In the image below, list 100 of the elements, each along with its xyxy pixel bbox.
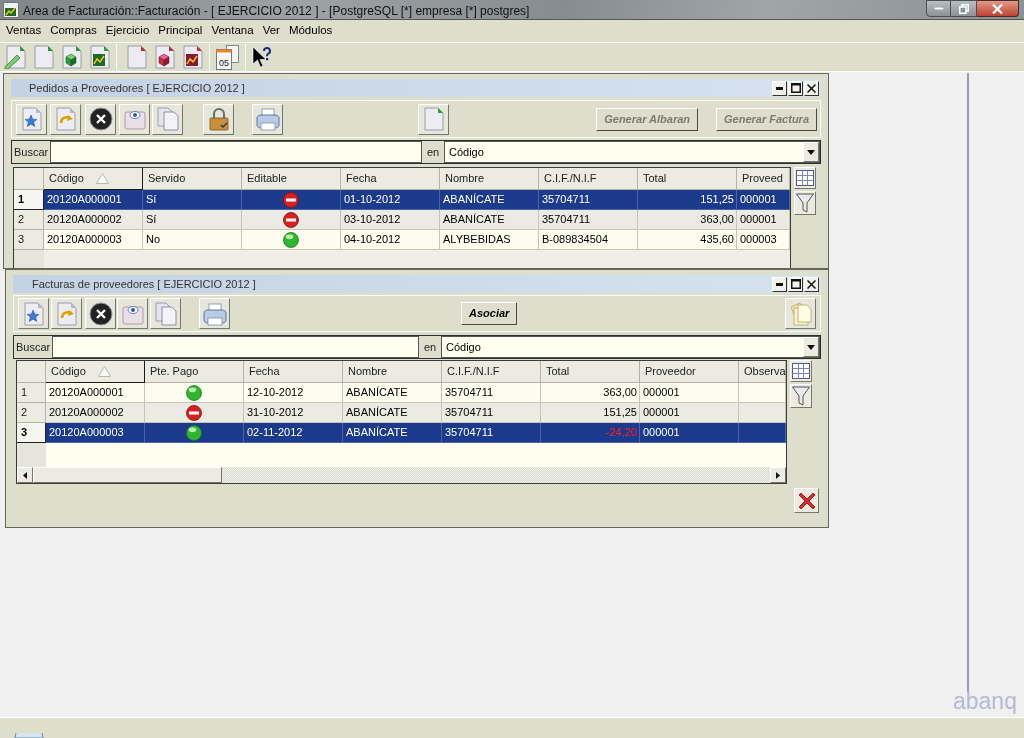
child-window-title: Pedidos a Proveedores [ EJERCICIO 2012 ] bbox=[28, 80, 245, 96]
document-star-icon bbox=[21, 301, 46, 326]
column-header[interactable]: Proveedor bbox=[640, 361, 739, 383]
menu-item[interactable]: Compras bbox=[50, 22, 97, 40]
document-cube-icon[interactable] bbox=[60, 45, 84, 69]
search-scope-label: en bbox=[422, 339, 438, 355]
sort-ascending-icon bbox=[95, 173, 109, 184]
delete-icon bbox=[88, 301, 113, 326]
toolbar-button[interactable] bbox=[85, 103, 116, 135]
search-scope-label: en bbox=[425, 144, 441, 160]
column-header[interactable]: Código bbox=[44, 168, 143, 190]
column-header[interactable]: Nombre bbox=[440, 168, 539, 190]
left-arrow-icon bbox=[23, 471, 27, 479]
table-row[interactable]: 3 20120A000003 02-11-2012 ABANÍCATE 35704711 -24,20 000001 bbox=[17, 423, 786, 443]
row-number[interactable]: 1 bbox=[17, 383, 46, 403]
document-icon[interactable] bbox=[32, 45, 56, 69]
close-icon bbox=[992, 3, 1003, 14]
scrollbar-thumb[interactable] bbox=[33, 467, 222, 483]
menu-item[interactable]: Ventana bbox=[211, 22, 254, 40]
search-field[interactable] bbox=[52, 336, 419, 358]
column-header[interactable]: Código bbox=[46, 361, 145, 383]
printer-icon bbox=[255, 107, 280, 131]
grid-icon bbox=[796, 170, 814, 186]
caret-down-icon bbox=[807, 344, 815, 350]
search-label: Buscar bbox=[15, 339, 52, 355]
document-chart-icon[interactable] bbox=[88, 45, 112, 69]
search-label: Buscar bbox=[13, 144, 50, 160]
menu-item[interactable]: Ver bbox=[262, 22, 280, 40]
row-number[interactable]: 2 bbox=[14, 210, 44, 230]
filter-button[interactable] bbox=[794, 191, 816, 215]
restore-icon bbox=[958, 3, 969, 14]
child-window-title: Facturas de proveedores [ EJERCICIO 2012 ] bbox=[31, 276, 256, 292]
menu-item[interactable]: Ejercicio bbox=[105, 22, 150, 40]
row-number[interactable]: 3 bbox=[17, 423, 46, 443]
delete-icon bbox=[88, 107, 113, 131]
app-icon bbox=[3, 2, 19, 18]
table-row[interactable]: 2 20120A000002 Sí 03-10-2012 ABANÍCATE 35704711 363,00 000001 bbox=[14, 210, 790, 230]
caret-down-icon bbox=[807, 149, 815, 155]
close-icon bbox=[807, 83, 816, 93]
field-select[interactable]: Código bbox=[444, 141, 820, 163]
grid-icon bbox=[792, 363, 810, 379]
padlock-icon bbox=[206, 107, 231, 131]
minimize-icon bbox=[776, 86, 783, 90]
scroll-left-button[interactable] bbox=[17, 467, 33, 483]
help-cursor-icon[interactable] bbox=[252, 46, 272, 68]
close-icon bbox=[807, 279, 816, 289]
column-header[interactable]: Editable bbox=[242, 168, 341, 190]
copy-icon bbox=[153, 301, 178, 326]
window-title: Area de Facturación::Facturación - [ EJERCICIO 2012 ] - [PostgreSQL [*] empresa [*] postgres] bbox=[23, 3, 530, 20]
table-row[interactable]: 2 20120A000002 31-10-2012 ABANÍCATE 35704711 151,25 000001 bbox=[17, 403, 786, 423]
row-number[interactable]: 1 bbox=[14, 190, 44, 210]
column-header[interactable]: C.I.F./N.I.F bbox=[539, 168, 638, 190]
copy-icon bbox=[155, 107, 180, 131]
document-chart-icon[interactable] bbox=[181, 45, 205, 69]
filter-button[interactable] bbox=[790, 384, 812, 408]
minimize-icon bbox=[933, 7, 944, 10]
column-header[interactable]: C.I.F./N.I.F bbox=[442, 361, 541, 383]
columns-button[interactable] bbox=[790, 360, 812, 382]
maximize-button[interactable] bbox=[788, 80, 803, 96]
maximize-icon bbox=[790, 279, 801, 289]
document-icon[interactable] bbox=[125, 45, 149, 69]
table-row[interactable]: 1 20120A000001 12-10-2012 ABANÍCATE 35704711 363,00 000001 bbox=[17, 383, 786, 403]
logo-text: abanq bbox=[953, 687, 1017, 716]
document-cube-icon[interactable] bbox=[153, 45, 177, 69]
document-icon bbox=[421, 107, 446, 131]
menu-item[interactable]: Ventas bbox=[6, 22, 42, 40]
restore-button[interactable] bbox=[951, 0, 977, 17]
table-row[interactable]: 3 20120A000003 No 04-10-2012 ALYBEBIDAS B-089834504 435,60 000003 bbox=[14, 230, 790, 250]
filter-icon bbox=[792, 386, 810, 406]
scroll-right-button[interactable] bbox=[770, 467, 786, 483]
field-select[interactable]: Código bbox=[441, 336, 820, 358]
minimize-icon bbox=[776, 282, 783, 286]
column-header[interactable]: Total bbox=[541, 361, 640, 383]
search-field[interactable] bbox=[50, 141, 422, 163]
menu-item[interactable]: Principal bbox=[158, 22, 203, 40]
table-row[interactable]: 1 20120A000001 Sí 01-10-2012 ABANÍCATE 35704711 151,25 000001 bbox=[14, 190, 790, 210]
maximize-button[interactable] bbox=[788, 276, 803, 292]
document-pencil-icon[interactable] bbox=[4, 45, 28, 69]
row-number[interactable]: 3 bbox=[14, 230, 44, 250]
document-arrow-icon bbox=[54, 301, 79, 326]
column-header[interactable]: Total bbox=[638, 168, 737, 190]
sort-ascending-icon bbox=[97, 366, 111, 377]
column-header[interactable]: Nombre bbox=[343, 361, 442, 383]
column-header[interactable]: Fecha bbox=[341, 168, 440, 190]
document-arrow-icon bbox=[53, 107, 78, 131]
action-button[interactable]: Asociar bbox=[461, 302, 518, 325]
toolbar-button[interactable] bbox=[85, 298, 116, 329]
close-button[interactable] bbox=[977, 0, 1019, 17]
document-star-icon bbox=[19, 107, 44, 131]
columns-button[interactable] bbox=[794, 167, 816, 189]
right-arrow-icon bbox=[776, 471, 780, 479]
column-header[interactable]: Proveed bbox=[737, 168, 790, 190]
column-header[interactable]: Servido bbox=[143, 168, 242, 190]
menu-item[interactable]: Módulos bbox=[288, 22, 333, 40]
close-icon bbox=[796, 490, 817, 511]
column-header[interactable]: Fecha bbox=[244, 361, 343, 383]
maximize-icon bbox=[790, 83, 801, 93]
row-number[interactable]: 2 bbox=[17, 403, 46, 423]
filter-icon bbox=[796, 193, 814, 213]
column-header[interactable]: Pte. Pago bbox=[145, 361, 244, 383]
